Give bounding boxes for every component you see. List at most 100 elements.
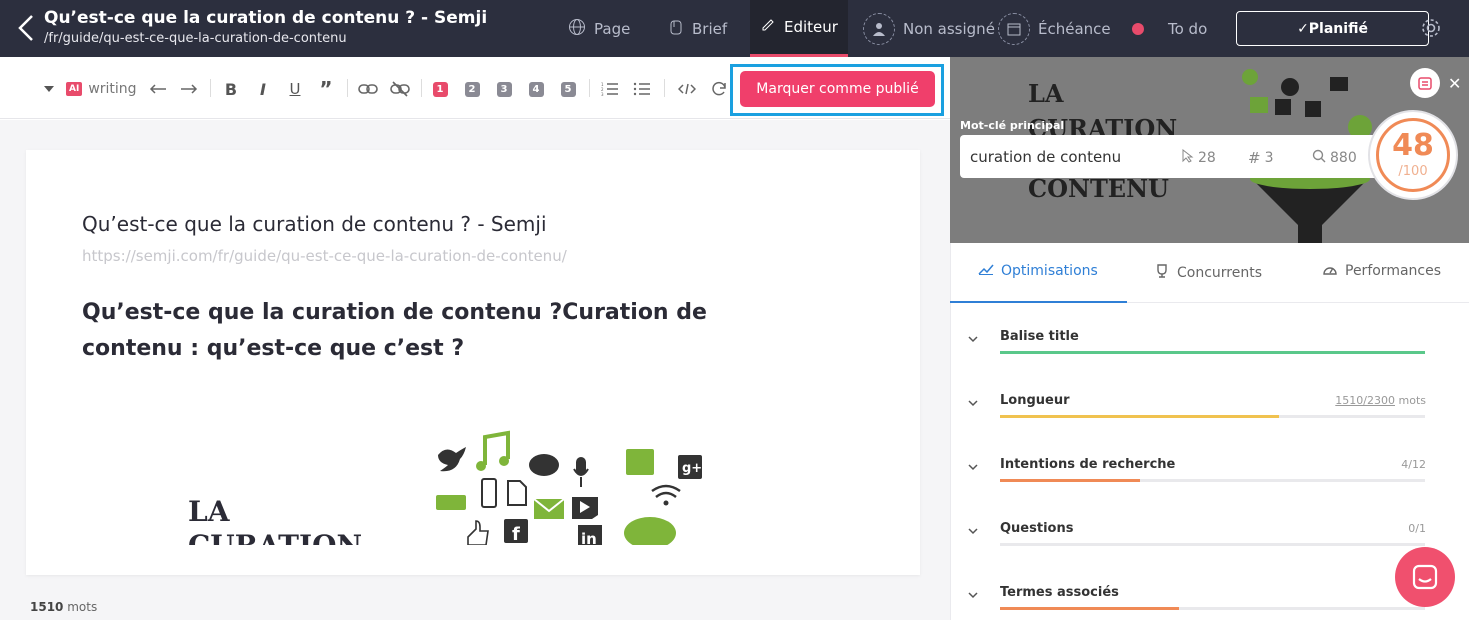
heading-4-button[interactable]: 4 bbox=[527, 79, 545, 99]
main-keyword-box[interactable]: curation de contenu 28 # 3 880 bbox=[960, 135, 1380, 178]
seo-title[interactable]: Qu’est-ce que la curation de contenu ? -… bbox=[82, 212, 547, 236]
tab-concurrents[interactable]: Concurrents bbox=[1154, 263, 1262, 283]
content-score: 48 /100 bbox=[1368, 110, 1458, 200]
top-bar: Qu’est-ce que la curation de contenu ? -… bbox=[0, 0, 1469, 57]
chevron-down-icon[interactable] bbox=[966, 587, 980, 606]
section-row[interactable]: Intentions de recherche 4/12 bbox=[966, 457, 1426, 497]
italic-icon[interactable]: I bbox=[254, 79, 272, 99]
due-label: Échéance bbox=[1038, 19, 1111, 38]
hero-text-3: CONTENU bbox=[1028, 174, 1169, 203]
clicks-stat: 28 bbox=[1182, 148, 1216, 167]
due-date-selector[interactable]: Échéance bbox=[998, 0, 1111, 57]
mark-published-button[interactable]: Marquer comme publié bbox=[740, 71, 935, 107]
page-url: /fr/guide/qu-est-ce-que-la-curation-de-c… bbox=[44, 31, 347, 46]
ai-badge: AI bbox=[66, 82, 83, 96]
assignee-label: Non assigné bbox=[903, 19, 995, 38]
svg-text:LA: LA bbox=[188, 495, 231, 528]
nav-brief-label: Brief bbox=[692, 19, 728, 38]
section-progress-bar bbox=[1000, 351, 1425, 354]
svg-text:in: in bbox=[581, 530, 597, 545]
chevron-down-icon[interactable] bbox=[966, 459, 980, 478]
chat-icon bbox=[1412, 564, 1438, 590]
pencil-icon bbox=[760, 17, 776, 37]
status-selector[interactable]: To do bbox=[1132, 0, 1207, 57]
close-icon[interactable]: ✕ bbox=[1448, 74, 1461, 93]
trophy-icon bbox=[1154, 263, 1170, 283]
status-label: To do bbox=[1168, 19, 1208, 38]
redo-icon[interactable] bbox=[179, 79, 199, 99]
planned-button[interactable]: ✓Planifié bbox=[1236, 11, 1429, 46]
section-progress-fill bbox=[1000, 607, 1179, 610]
svg-text:f: f bbox=[512, 524, 520, 545]
section-label: Questions bbox=[1000, 521, 1074, 536]
underline-icon[interactable]: U bbox=[286, 79, 304, 99]
content-heading[interactable]: Qu’est-ce que la curation de contenu ?Cu… bbox=[82, 295, 802, 367]
score-max: /100 bbox=[1398, 164, 1428, 179]
nav-editor[interactable]: Editeur bbox=[750, 0, 848, 57]
panel-tabs: Optimisations Concurrents Performances bbox=[950, 243, 1469, 303]
refresh-icon[interactable] bbox=[709, 79, 729, 99]
active-tab-indicator bbox=[950, 301, 1127, 303]
cursor-icon bbox=[1182, 148, 1194, 167]
bullet-list-icon[interactable] bbox=[632, 79, 652, 99]
gear-icon[interactable] bbox=[1420, 17, 1442, 43]
section-row[interactable]: Longueur 1510/2300 mots bbox=[966, 393, 1426, 433]
unlink-icon[interactable] bbox=[389, 79, 411, 99]
tab-optimisations[interactable]: Optimisations bbox=[978, 263, 1098, 279]
section-progress-fill bbox=[1000, 351, 1425, 354]
page-title: Qu’est-ce que la curation de contenu ? -… bbox=[44, 8, 488, 28]
seo-slug[interactable]: https://semji.com/fr/guide/qu-est-ce-que… bbox=[82, 247, 567, 265]
nav-page[interactable]: Page bbox=[568, 0, 630, 57]
svg-text:g+: g+ bbox=[682, 461, 702, 476]
section-row[interactable]: Questions 0/1 bbox=[966, 521, 1426, 561]
section-label: Termes associés bbox=[1000, 585, 1119, 600]
back-icon[interactable] bbox=[14, 12, 40, 44]
section-progress-bar bbox=[1000, 543, 1425, 546]
section-value: 4/12 bbox=[1401, 458, 1426, 471]
quote-icon[interactable]: ” bbox=[317, 77, 335, 101]
status-dot bbox=[1132, 22, 1144, 35]
ai-label: writing bbox=[88, 81, 137, 97]
undo-icon[interactable] bbox=[148, 79, 168, 99]
hand-icon bbox=[668, 18, 684, 40]
assignee-selector[interactable]: Non assigné bbox=[863, 0, 995, 57]
globe-icon bbox=[568, 18, 586, 40]
section-value: 1510/2300 mots bbox=[1335, 394, 1426, 407]
caret-down-icon[interactable] bbox=[42, 79, 56, 99]
chat-button[interactable] bbox=[1395, 547, 1455, 607]
heading-3-button[interactable]: 3 bbox=[495, 79, 513, 99]
main-keyword-value: curation de contenu bbox=[970, 148, 1122, 166]
section-progress-fill bbox=[1000, 415, 1279, 418]
hash-icon: # bbox=[1248, 149, 1261, 167]
volume-stat: 880 bbox=[1312, 149, 1357, 167]
ai-writing-button[interactable]: AI writing bbox=[66, 79, 137, 99]
heading-1-button[interactable]: 1 bbox=[431, 79, 449, 99]
tab-performances[interactable]: Performances bbox=[1322, 263, 1441, 279]
link-icon[interactable] bbox=[357, 79, 379, 99]
bold-icon[interactable]: B bbox=[222, 79, 240, 99]
article-image[interactable]: LA CURATION g+ f in bbox=[170, 425, 730, 545]
nav-page-label: Page bbox=[594, 19, 631, 38]
clipboard-icon[interactable] bbox=[1410, 68, 1440, 98]
calendar-icon bbox=[998, 12, 1030, 45]
search-icon bbox=[1312, 149, 1326, 167]
nav-brief[interactable]: Brief bbox=[668, 0, 727, 57]
nav-editor-label: Editeur bbox=[784, 18, 838, 36]
code-icon[interactable] bbox=[677, 79, 697, 99]
chevron-down-icon[interactable] bbox=[966, 523, 980, 542]
section-label: Balise title bbox=[1000, 329, 1079, 344]
heading-5-button[interactable]: 5 bbox=[559, 79, 577, 99]
section-unit: mots bbox=[1398, 394, 1427, 407]
heading-2-button[interactable]: 2 bbox=[463, 79, 481, 99]
ordered-list-icon[interactable]: 123 bbox=[600, 79, 620, 99]
section-label: Intentions de recherche bbox=[1000, 457, 1176, 472]
chevron-down-icon[interactable] bbox=[966, 331, 980, 350]
section-row[interactable]: Termes associés2 bbox=[966, 585, 1426, 625]
section-progress-fill bbox=[1000, 479, 1141, 482]
section-row[interactable]: Balise title bbox=[966, 329, 1426, 369]
section-progress-bar bbox=[1000, 607, 1425, 610]
section-label: Longueur bbox=[1000, 393, 1070, 408]
hero-text-1: LA bbox=[1028, 79, 1064, 108]
main-keyword-label: Mot-clé principal bbox=[960, 119, 1065, 132]
chevron-down-icon[interactable] bbox=[966, 395, 980, 414]
